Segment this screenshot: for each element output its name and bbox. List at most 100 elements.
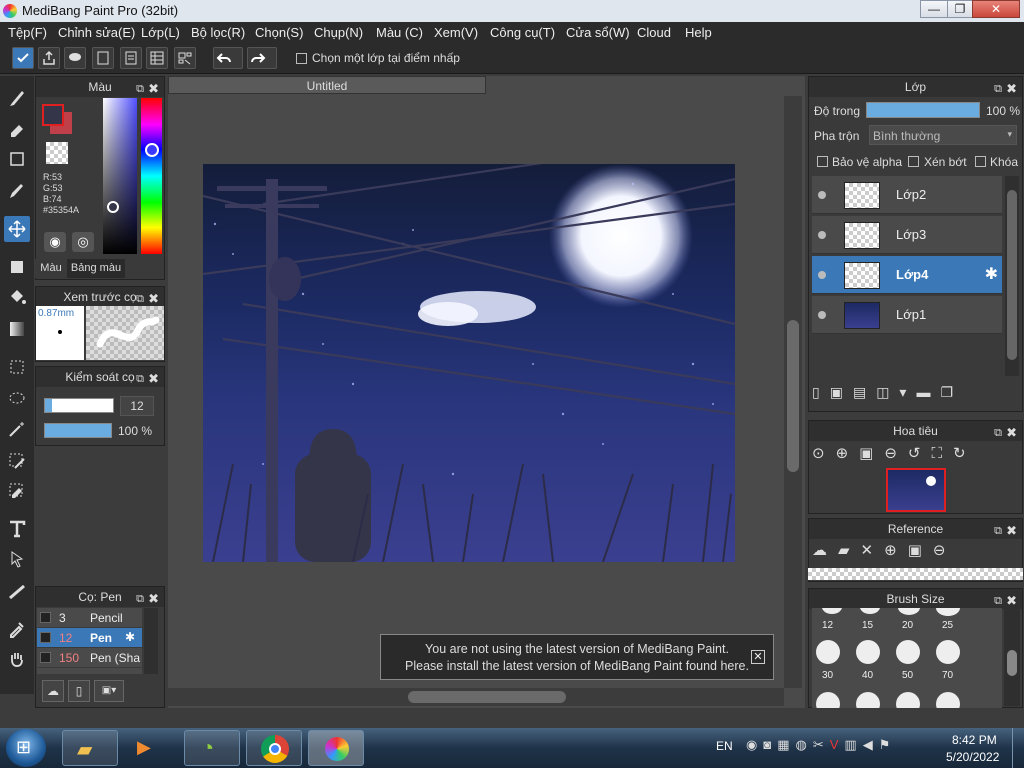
visibility-eye-icon[interactable] — [818, 191, 826, 199]
close-panel-icon[interactable]: ✖ — [148, 369, 159, 389]
lock-checkbox[interactable] — [975, 156, 986, 167]
brush-tool[interactable] — [4, 86, 30, 112]
size-dot-30[interactable] — [816, 640, 840, 664]
sv-picker-handle[interactable] — [107, 201, 119, 213]
zoom-in-icon[interactable]: ⊕ — [836, 445, 860, 462]
blur-tool[interactable] — [4, 178, 30, 204]
layer-row-lop2[interactable]: Lớp2 — [812, 176, 1002, 214]
menu-window[interactable]: Cửa sổ(W) — [566, 25, 630, 40]
clipping-checkbox[interactable] — [908, 156, 919, 167]
layer-scroll-thumb[interactable] — [1007, 190, 1017, 360]
taskbar-explorer[interactable]: ▰ — [62, 730, 118, 766]
new-layer-icon[interactable]: ▯ — [812, 384, 830, 400]
tab-palette[interactable]: Bảng màu — [67, 259, 125, 278]
text-tool[interactable] — [4, 516, 30, 542]
visibility-eye-icon[interactable] — [818, 231, 826, 239]
antivirus-icon[interactable]: V — [830, 737, 845, 752]
flag-icon[interactable]: ⚑ — [879, 737, 897, 752]
layer-opacity-slider[interactable] — [866, 102, 980, 118]
select-pen-tool[interactable] — [4, 448, 30, 474]
brush-menu-button[interactable]: ▣▾ — [94, 680, 124, 702]
brush-size-slider[interactable] — [44, 398, 114, 413]
close-panel-icon[interactable]: ✖ — [1006, 423, 1017, 443]
close-reference-icon[interactable]: ✕ — [861, 542, 885, 559]
brush-item-pencil[interactable]: 3 Pencil — [37, 608, 142, 627]
new-brush-button[interactable]: ▯ — [68, 680, 90, 702]
fit-screen-icon[interactable]: ⛶ — [932, 445, 954, 462]
taskbar-media[interactable]: ▶ — [120, 730, 176, 766]
primary-color-swatch[interactable] — [42, 104, 64, 126]
popout-icon[interactable]: ⧉ — [136, 589, 144, 609]
maximize-button[interactable]: ❐ — [947, 0, 973, 18]
bucket-tool[interactable] — [4, 284, 30, 310]
size-dot-next[interactable] — [856, 692, 880, 708]
transparent-color-swatch[interactable] — [46, 142, 68, 164]
brush-opacity-slider[interactable] — [44, 423, 112, 438]
size-dot-50[interactable] — [896, 640, 920, 664]
volume-icon[interactable]: ◀ — [863, 737, 879, 752]
reference-image-area[interactable] — [808, 568, 1023, 580]
menu-edit[interactable]: Chỉnh sửa(E) — [58, 25, 135, 40]
palette-add-icon[interactable]: ◎ — [72, 232, 94, 252]
size-dot-15[interactable] — [860, 608, 880, 614]
hue-slider[interactable] — [141, 98, 162, 254]
dot-tool[interactable] — [4, 146, 30, 172]
close-panel-icon[interactable]: ✖ — [148, 79, 159, 99]
rotate-right-icon[interactable]: ↻ — [953, 445, 977, 462]
cloud-brush-button[interactable]: ☁ — [42, 680, 64, 702]
fill-rect-tool[interactable] — [4, 254, 30, 280]
document-tab[interactable]: Untitled — [168, 76, 486, 94]
new-page-button[interactable] — [92, 47, 114, 69]
network-app-icon[interactable]: ▦ — [777, 737, 795, 752]
zoom-out-icon[interactable]: ⊖ — [933, 542, 957, 559]
menu-capture[interactable]: Chụp(N) — [314, 25, 363, 40]
lasso-tool[interactable] — [4, 386, 30, 412]
zoom-out-icon[interactable]: ⊖ — [884, 445, 908, 462]
zoom-actual-icon[interactable]: ⊙ — [812, 445, 836, 462]
taskbar-medibang[interactable] — [308, 730, 364, 766]
vertical-scroll-thumb[interactable] — [787, 320, 799, 472]
size-dot-70[interactable] — [936, 640, 960, 664]
menu-file[interactable]: Tệp(F) — [8, 25, 47, 40]
operation-tool[interactable] — [4, 546, 30, 572]
new-halftone-layer-icon[interactable]: ▣ — [830, 384, 853, 400]
navigator-thumbnail[interactable] — [886, 468, 946, 512]
gear-icon[interactable]: ✱ — [985, 264, 998, 284]
menu-tools[interactable]: Công cụ(T) — [490, 25, 555, 40]
headset-icon[interactable]: ◍ — [796, 737, 813, 752]
grid-button[interactable] — [146, 47, 168, 69]
open-folder-icon[interactable]: ▰ — [838, 542, 861, 559]
size-dot-20[interactable] — [898, 608, 920, 615]
horizontal-scroll-thumb[interactable] — [408, 691, 566, 703]
popout-icon[interactable]: ⧉ — [136, 369, 144, 389]
taskbar-chrome[interactable] — [246, 730, 302, 766]
rotate-left-icon[interactable]: ↺ — [908, 445, 932, 462]
brush-item-pen[interactable]: 12 Pen ✱ — [37, 628, 142, 647]
folder-icon[interactable]: ▬ — [916, 384, 940, 400]
visibility-eye-icon[interactable] — [818, 271, 826, 279]
popout-icon[interactable]: ⧉ — [994, 423, 1002, 443]
minimize-button[interactable]: — — [920, 0, 948, 18]
layer-row-lop4[interactable]: Lớp4 ✱ — [812, 256, 1002, 294]
drawing-canvas[interactable] — [203, 164, 735, 562]
menu-layer[interactable]: Lớp(L) — [141, 25, 180, 40]
fit-window-icon[interactable]: ▣ — [859, 445, 884, 462]
size-dot-next[interactable] — [936, 692, 960, 708]
saturation-brightness-picker[interactable] — [103, 98, 137, 254]
close-button[interactable]: ✕ — [972, 0, 1020, 18]
size-dot-next[interactable] — [816, 692, 840, 708]
brush-item-pen-shadow[interactable]: 150 Pen (Sha — [37, 648, 142, 667]
layer-row-lop3[interactable]: Lớp3 — [812, 216, 1002, 254]
taskbar-green-app[interactable]: ◔ — [184, 730, 240, 766]
menu-filter[interactable]: Bộ lọc(R) — [191, 25, 245, 40]
panel-layout-button[interactable] — [174, 47, 196, 69]
size-dot-25[interactable] — [936, 608, 960, 616]
menu-help[interactable]: Help — [685, 25, 712, 40]
popout-icon[interactable]: ⧉ — [994, 79, 1002, 99]
hand-tool[interactable] — [4, 646, 30, 672]
brush-item-partial[interactable] — [37, 668, 142, 674]
divide-tool[interactable] — [4, 578, 30, 604]
select-rect-tool[interactable] — [4, 354, 30, 380]
cloud-open-icon[interactable]: ☁ — [812, 542, 838, 559]
tab-color[interactable]: Màu — [35, 259, 67, 278]
